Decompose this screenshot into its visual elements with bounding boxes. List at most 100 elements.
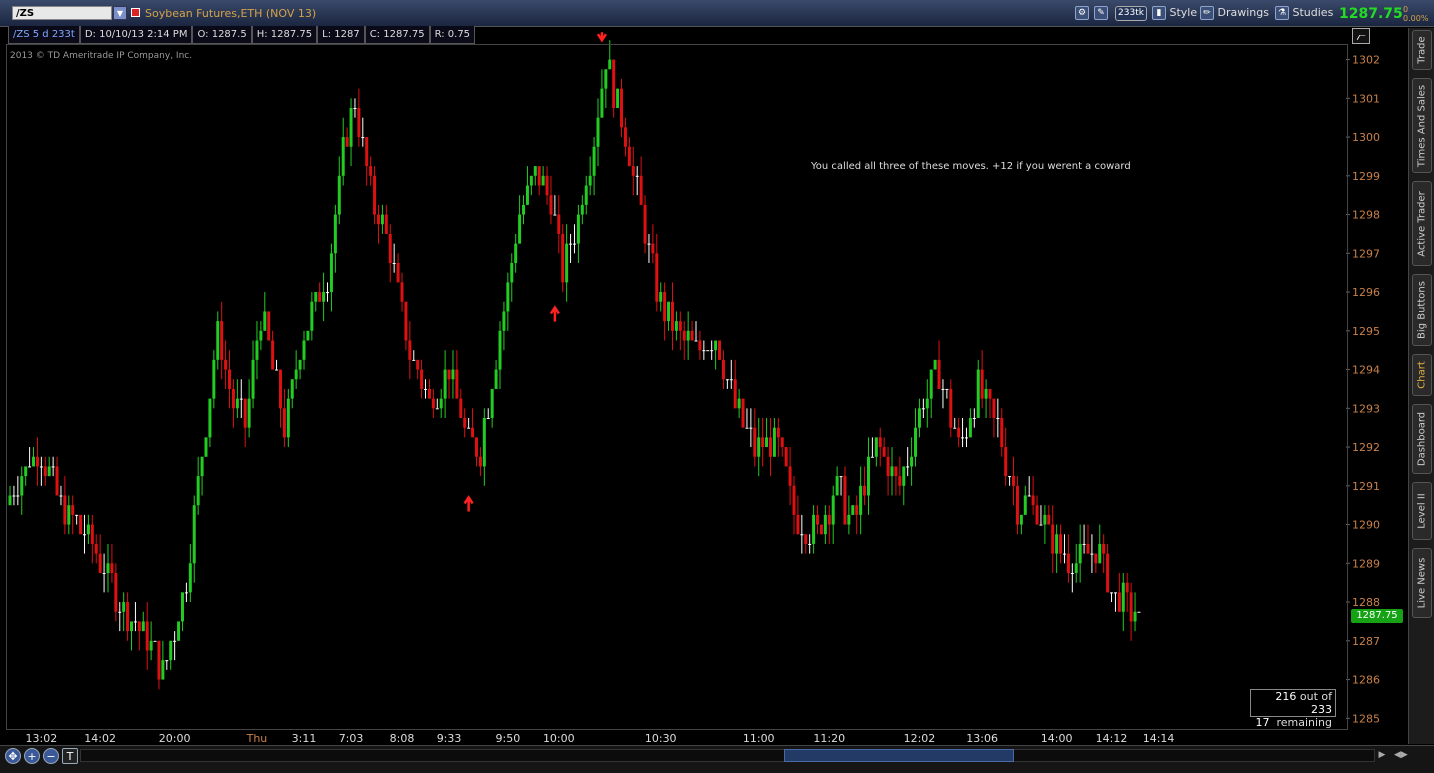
candle-body: [169, 640, 173, 661]
x-tick-label: 13:02: [26, 732, 58, 745]
candle-body: [933, 359, 937, 370]
candle-body: [1113, 592, 1117, 594]
candle-body: [275, 369, 279, 371]
candle-body: [780, 437, 784, 448]
candle-body: [184, 592, 188, 594]
candle-body: [1066, 553, 1070, 573]
sidebar-tab-level-ii[interactable]: Level II: [1412, 482, 1432, 540]
candle-body: [608, 59, 612, 70]
sidebar-tab-trade[interactable]: Trade: [1412, 30, 1432, 70]
candle-body: [674, 321, 678, 331]
candle-body: [572, 243, 576, 245]
sidebar-tab-dashboard[interactable]: Dashboard: [1412, 404, 1432, 474]
candle-body: [992, 398, 996, 418]
candle-body: [576, 214, 580, 244]
candle-body: [765, 437, 769, 448]
candle-body: [8, 495, 12, 506]
drawing-tool-button[interactable]: ⦧: [1352, 28, 1370, 44]
pan-button[interactable]: ✥: [5, 748, 21, 764]
candle-body: [827, 514, 831, 525]
sidebar-tab-label: Trade: [1416, 36, 1428, 64]
candle-body: [59, 495, 63, 497]
candle-body: [800, 534, 804, 536]
scroll-right-button[interactable]: ▶: [1376, 749, 1388, 762]
candle-body: [964, 437, 968, 439]
y-tick-label: 1293: [1352, 402, 1380, 415]
candle-body: [341, 137, 345, 176]
scrollbar-thumb[interactable]: [784, 749, 1014, 762]
candle-body: [847, 514, 851, 525]
sidebar-tab-big-buttons[interactable]: Big Buttons: [1412, 274, 1432, 346]
candle-body: [866, 456, 870, 496]
candle-body: [514, 243, 518, 263]
candle-body: [306, 330, 310, 341]
candle-body: [698, 340, 702, 351]
candle-body: [1012, 476, 1016, 486]
candle-body: [635, 175, 639, 177]
candle-body: [604, 69, 608, 89]
candle-body: [63, 495, 67, 525]
y-tick-label: 1296: [1352, 286, 1380, 299]
candle-body: [1133, 611, 1137, 622]
zoom-in-button[interactable]: +: [24, 748, 40, 764]
candle-body: [768, 437, 772, 457]
text-tool-button[interactable]: T: [62, 748, 78, 764]
sidebar-tab-chart[interactable]: Chart: [1412, 354, 1432, 396]
candle-body: [228, 369, 232, 389]
candle-body: [455, 369, 459, 399]
candle-body: [447, 369, 451, 380]
sidebar-tab-label: Chart: [1416, 361, 1428, 389]
candle-body: [816, 514, 820, 525]
candle-body: [106, 563, 110, 573]
candle-body: [945, 388, 949, 390]
candle-body: [71, 505, 75, 515]
candle-body: [1000, 418, 1004, 448]
zoom-out-button[interactable]: −: [43, 748, 59, 764]
candle-body: [314, 292, 318, 302]
y-tick-label: 1292: [1352, 441, 1380, 454]
candle-body: [678, 321, 682, 331]
candle-body: [145, 621, 149, 651]
candle-body: [1062, 553, 1066, 555]
candle-body: [1106, 553, 1110, 593]
candle-body: [263, 311, 267, 331]
candle-body: [86, 524, 90, 535]
candle-body: [1098, 543, 1102, 564]
candle-body: [553, 214, 557, 216]
candle-body: [620, 88, 624, 128]
candle-body: [1121, 582, 1125, 612]
candle-body: [47, 466, 51, 477]
expand-button[interactable]: ◀▶: [1394, 749, 1408, 762]
candle-body: [839, 476, 843, 478]
chart-scrollbar[interactable]: [80, 749, 1375, 762]
candle-body: [949, 388, 953, 428]
y-tick-label: 1290: [1352, 519, 1380, 532]
candle-body: [28, 466, 32, 468]
candle-body: [216, 321, 220, 360]
x-tick-label: 11:00: [743, 732, 775, 745]
candle-body: [796, 514, 800, 535]
candle-body: [482, 418, 486, 467]
candle-body: [396, 263, 400, 283]
candle-body: [408, 340, 412, 360]
candle-body: [243, 398, 247, 428]
sidebar-tab-live-news[interactable]: Live News: [1412, 548, 1432, 618]
candle-body: [459, 398, 463, 418]
candle-body: [192, 505, 196, 564]
y-tick-label: 1299: [1352, 170, 1380, 183]
candle-body: [886, 456, 890, 477]
candle-body: [961, 437, 965, 439]
candle-body: [114, 573, 118, 612]
sidebar-tab-active-trader[interactable]: Active Trader: [1412, 181, 1432, 266]
candle-body: [706, 350, 710, 352]
candle-body: [616, 88, 620, 108]
candle-body: [1094, 553, 1098, 564]
candle-body: [12, 495, 16, 497]
candle-body: [235, 398, 239, 409]
sidebar-tab-times-and-sales[interactable]: Times And Sales: [1412, 78, 1432, 173]
candle-body: [365, 137, 369, 167]
price-chart[interactable]: 1285 1286 1287 1288 1289 1290 1291 1292 1293 1294…: [0, 0, 1434, 772]
candle-body: [404, 301, 408, 341]
candle-body: [24, 466, 28, 477]
candle-body: [984, 388, 988, 399]
